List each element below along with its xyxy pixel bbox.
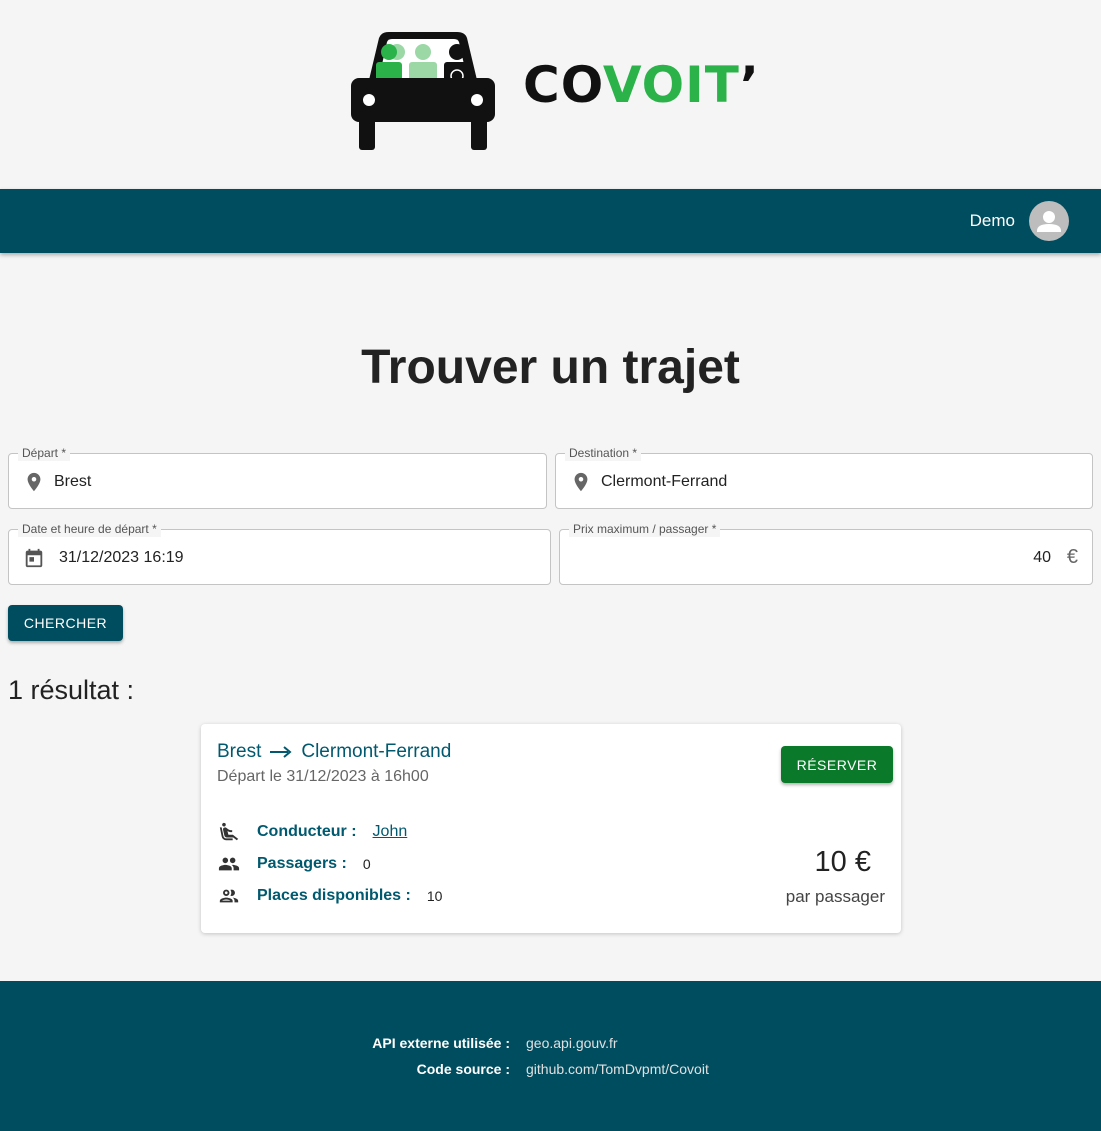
- driver-label: Conducteur :: [257, 823, 357, 840]
- car-logo-icon: [351, 32, 495, 150]
- prix-field[interactable]: Prix maximum / passager * 40 €: [559, 521, 1093, 585]
- arrow-right-icon: [270, 746, 292, 758]
- group-icon: [218, 857, 240, 871]
- results-count: 1 résultat :: [8, 675, 135, 705]
- destination-input[interactable]: Clermont-Ferrand: [601, 471, 727, 493]
- prix-label: Prix maximum / passager *: [569, 521, 721, 537]
- brand-name: COVOIT’: [523, 56, 760, 114]
- prix-input[interactable]: 40: [1033, 547, 1051, 569]
- depart-field[interactable]: Départ * Brest: [8, 445, 547, 509]
- location-pin-icon: [574, 472, 588, 492]
- passengers-label: Passagers :: [257, 855, 347, 872]
- trip-to: Clermont-Ferrand: [301, 741, 452, 762]
- driver-row: Conducteur : John: [217, 821, 407, 843]
- destination-label: Destination *: [565, 445, 642, 461]
- places-row: Places disponibles : 10: [217, 885, 442, 907]
- trip-route: Brest Clermont-Ferrand: [217, 741, 451, 763]
- date-label: Date et heure de départ *: [18, 521, 161, 537]
- page-title: Trouver un trajet: [361, 341, 740, 394]
- seat-icon: [219, 822, 239, 841]
- location-pin-icon: [27, 472, 41, 492]
- trip-price: 10 €: [814, 846, 871, 878]
- person-icon: [1037, 211, 1061, 232]
- driver-link[interactable]: John: [373, 823, 408, 841]
- avatar[interactable]: [1029, 201, 1069, 241]
- api-label: API externe utilisée :: [372, 1035, 510, 1051]
- trip-card: Brest Clermont-Ferrand Départ le 31/12/2…: [201, 724, 901, 933]
- trip-from: Brest: [217, 741, 262, 762]
- top-navbar: Demo: [0, 189, 1101, 253]
- people-outline-icon: [219, 889, 239, 903]
- places-label: Places disponibles :: [257, 887, 411, 904]
- destination-field[interactable]: Destination * Clermont-Ferrand: [555, 445, 1093, 509]
- depart-label: Départ *: [18, 445, 71, 461]
- passengers-value: 0: [362, 856, 371, 872]
- api-link[interactable]: geo.api.gouv.fr: [526, 1035, 618, 1051]
- logo-header: COVOIT’: [0, 0, 1101, 189]
- date-field[interactable]: Date et heure de départ * 31/12/2023 16:…: [8, 521, 551, 585]
- date-input[interactable]: 31/12/2023 16:19: [59, 547, 184, 569]
- source-link[interactable]: github.com/TomDvpmt/Covoit: [526, 1061, 709, 1077]
- username[interactable]: Demo: [970, 211, 1015, 231]
- calendar-icon[interactable]: [23, 547, 45, 569]
- depart-input[interactable]: Brest: [54, 471, 91, 493]
- euro-icon: €: [1066, 546, 1078, 568]
- places-value: 10: [426, 888, 443, 904]
- reserve-button[interactable]: RÉSERVER: [781, 746, 893, 783]
- price-unit: par passager: [785, 887, 885, 906]
- source-label: Code source :: [416, 1061, 510, 1077]
- passengers-row: Passagers : 0: [217, 853, 371, 875]
- search-button[interactable]: CHERCHER: [8, 605, 123, 641]
- footer: API externe utilisée : geo.api.gouv.fr C…: [0, 981, 1101, 1131]
- trip-departure: Départ le 31/12/2023 à 16h00: [217, 768, 429, 785]
